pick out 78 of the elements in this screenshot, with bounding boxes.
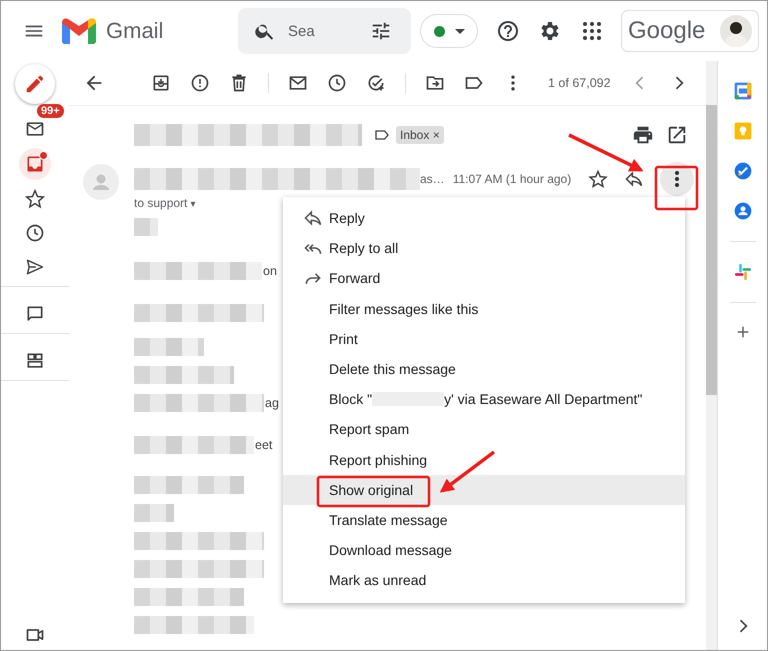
- contacts-app-icon[interactable]: [732, 201, 752, 221]
- menu-item[interactable]: Reply: [283, 203, 685, 234]
- account-button[interactable]: Google: [621, 10, 759, 52]
- envelope-logo-icon: [62, 18, 96, 44]
- message-time: 11:07 AM (1 hour ago): [452, 172, 572, 186]
- menu-item-text: Mark as unread: [329, 572, 426, 588]
- redacted-text: [134, 338, 204, 356]
- menu-item[interactable]: Filter messages like this: [283, 294, 685, 324]
- app-name: Gmail: [106, 18, 164, 44]
- send-icon: [25, 257, 45, 277]
- caret-icon: [454, 28, 464, 34]
- star-icon[interactable]: [588, 169, 608, 189]
- menu-item[interactable]: Report phishing: [283, 444, 685, 475]
- annotation-arrow: [440, 450, 496, 493]
- menu-item[interactable]: Mark as unread: [283, 565, 685, 596]
- pencil-icon: [24, 73, 46, 95]
- help-icon[interactable]: [496, 19, 520, 43]
- menu-item-text: Reply to all: [329, 240, 398, 256]
- search-input[interactable]: Sea: [286, 22, 360, 40]
- printer-icon[interactable]: [632, 124, 654, 146]
- sender-text: as…: [420, 172, 445, 186]
- avatar-icon: [83, 164, 119, 200]
- menu-item[interactable]: Print: [283, 324, 685, 354]
- clock-icon: [25, 223, 45, 243]
- compose-button[interactable]: [15, 64, 55, 104]
- inbox-icon: [25, 154, 45, 174]
- menu-item-text: Filter messages like this: [329, 300, 478, 317]
- archive-icon[interactable]: [151, 73, 171, 93]
- menu-item[interactable]: Block " y' via Easeware All Department": [283, 384, 685, 414]
- reply-icon: [303, 208, 323, 228]
- search-bar[interactable]: Sea: [238, 8, 411, 54]
- menu-item-text: Translate message: [329, 512, 448, 528]
- tasks-app-icon[interactable]: [732, 161, 752, 181]
- menu-item-text: Report spam: [329, 421, 410, 438]
- recipient-text[interactable]: to support ▾: [134, 196, 196, 210]
- star-icon: [25, 189, 45, 209]
- status-button[interactable]: [420, 14, 478, 48]
- menu-item[interactable]: Delete this message: [283, 354, 685, 384]
- menu-item-text: Report phishing: [329, 452, 428, 468]
- menu-item-text: Print: [329, 330, 358, 347]
- menu-item[interactable]: Translate message: [283, 504, 685, 536]
- brand-name: Google: [628, 17, 706, 45]
- menu-item-text: Show original: [329, 482, 414, 498]
- inbox-label-chip[interactable]: Inbox ×: [396, 126, 444, 144]
- calendar-app-icon[interactable]: [732, 81, 752, 101]
- redacted-text: [134, 504, 174, 522]
- menu-item[interactable]: Report spam: [283, 414, 685, 444]
- body-text-fragment: on: [263, 264, 277, 278]
- add-task-icon[interactable]: [366, 73, 386, 93]
- rail-item[interactable]: [19, 148, 51, 180]
- highlight-box: [654, 166, 698, 210]
- clock-icon[interactable]: [327, 73, 347, 93]
- redacted-text: [134, 218, 158, 236]
- body-text-fragment: eet: [255, 438, 272, 452]
- more-vertical-icon: [675, 171, 679, 187]
- unread-count-badge: 99+: [37, 104, 64, 118]
- report-icon[interactable]: [190, 73, 210, 93]
- filter-sliders-icon[interactable]: [370, 20, 392, 42]
- menu-item-text: Forward: [329, 270, 380, 286]
- notification-dot: [39, 151, 48, 160]
- message-counter: 1 of 67,092: [548, 76, 611, 90]
- apps-grid-icon[interactable]: [580, 19, 604, 43]
- slack-app-icon[interactable]: [732, 262, 752, 282]
- body-text-fragment: ag: [265, 396, 279, 410]
- menu-item-text: Block ": [329, 391, 372, 408]
- menu-item[interactable]: Forward: [283, 263, 685, 294]
- menu-item-text: Reply: [329, 210, 365, 226]
- more-options-button[interactable]: [660, 162, 694, 196]
- menu-item[interactable]: Download message: [283, 535, 685, 566]
- open-in-new-window-icon[interactable]: [666, 124, 688, 146]
- avatar-icon: [720, 15, 752, 47]
- menu-item-text: y' via Easeware All Department": [444, 391, 642, 408]
- menu-item[interactable]: Reply to all: [283, 233, 685, 264]
- menu-item-text: Download message: [329, 542, 452, 558]
- menu-item-text: Delete this message: [329, 361, 456, 378]
- scrollbar-thumb[interactable]: [706, 105, 717, 395]
- reply-icon[interactable]: [624, 169, 644, 189]
- menu-item[interactable]: Show original: [283, 474, 685, 505]
